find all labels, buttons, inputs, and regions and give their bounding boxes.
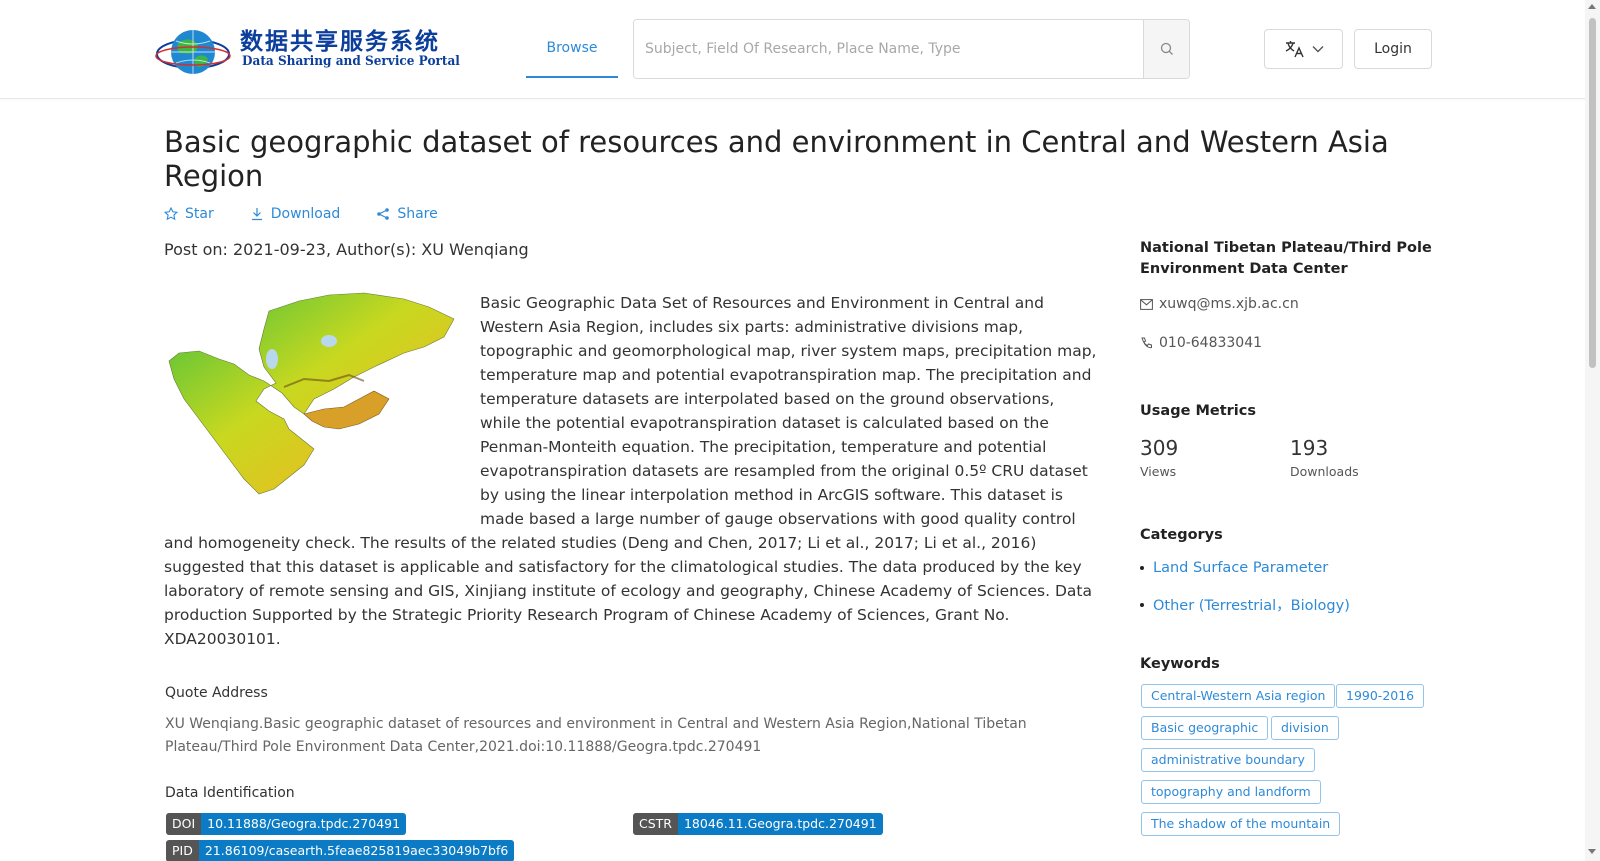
- quote-address-heading: Quote Address: [165, 685, 268, 701]
- keyword-tag[interactable]: division: [1271, 716, 1339, 740]
- logo-title-cn: 数据共享服务系统: [240, 28, 440, 55]
- search-icon: [1160, 42, 1173, 55]
- share-label: Share: [397, 206, 438, 222]
- chevron-down-icon: [1312, 46, 1323, 53]
- search-button[interactable]: [1143, 20, 1189, 78]
- category-item[interactable]: Land Surface Parameter: [1140, 560, 1328, 576]
- badge-key: DOI: [166, 813, 202, 835]
- keyword-tag[interactable]: 1990-2016: [1336, 684, 1425, 708]
- badge-value: 21.86109/casearth.5feae825819aec33049b7b…: [198, 840, 515, 861]
- email-text: xuwq@ms.xjb.ac.cn: [1159, 296, 1299, 312]
- scroll-up-arrow-icon[interactable]: [1588, 4, 1596, 9]
- pid-badge[interactable]: PID 21.86109/casearth.5feae825819aec3304…: [166, 840, 515, 861]
- badge-value: 18046.11.Geogra.tpdc.270491: [677, 813, 883, 835]
- download-icon: [251, 208, 262, 221]
- dataset-abstract: Basic Geographic Data Set of Resources a…: [164, 291, 1099, 651]
- data-center-name: National Tibetan Plateau/Third Pole Envi…: [1140, 240, 1432, 277]
- downloads-label: Downloads: [1290, 464, 1359, 479]
- mail-icon: [1140, 298, 1153, 310]
- scroll-down-arrow-icon[interactable]: [1588, 849, 1596, 854]
- star-icon: [164, 207, 178, 221]
- star-label: Star: [185, 206, 214, 222]
- views-label: Views: [1140, 464, 1177, 479]
- cstr-badge[interactable]: CSTR 18046.11.Geogra.tpdc.270491: [633, 813, 883, 835]
- search-box: [633, 19, 1190, 79]
- keywords-heading: Keywords: [1140, 656, 1220, 672]
- downloads-count: 193: [1290, 436, 1329, 460]
- badge-key: CSTR: [633, 813, 678, 835]
- nav-browse[interactable]: Browse: [526, 0, 618, 78]
- site-logo[interactable]: 数据共享服务系统 Data Sharing and Service Portal: [154, 18, 460, 80]
- badge-key: PID: [166, 840, 199, 861]
- bullet-icon: [1140, 602, 1144, 607]
- translate-icon: [1285, 41, 1304, 58]
- views-count: 309: [1140, 436, 1179, 460]
- abstract-image-spacer: [164, 291, 480, 531]
- phone-text: 010-64833041: [1159, 335, 1263, 351]
- category-label: Land Surface Parameter: [1153, 560, 1329, 576]
- post-meta: Post on: 2021-09-23, Author(s): XU Wenqi…: [164, 240, 529, 259]
- data-identification-heading: Data Identification: [165, 785, 295, 801]
- logo-title-en: Data Sharing and Service Portal: [242, 54, 460, 69]
- keyword-tag[interactable]: The shadow of the mountain: [1141, 812, 1341, 836]
- category-label: Other (Terrestrial，Biology): [1153, 598, 1350, 614]
- globe-logo-icon: [155, 30, 231, 74]
- download-label: Download: [270, 206, 341, 222]
- keyword-tag[interactable]: topography and landform: [1141, 780, 1321, 804]
- share-icon: [377, 208, 390, 220]
- quote-address-text: XU Wenqiang.Basic geographic dataset of …: [165, 716, 1027, 755]
- dataset-actions: Star Download Share: [164, 206, 474, 222]
- contact-phone[interactable]: 010-64833041: [1140, 335, 1440, 351]
- categories-heading: Categorys: [1140, 527, 1223, 543]
- keyword-tag[interactable]: administrative boundary: [1141, 748, 1315, 772]
- badge-value: 10.11888/Geogra.tpdc.270491: [201, 813, 407, 835]
- usage-metrics-heading: Usage Metrics: [1140, 403, 1256, 419]
- bullet-icon: [1140, 566, 1144, 570]
- keyword-tag[interactable]: Central-Western Asia region: [1141, 684, 1336, 708]
- site-header: 数据共享服务系统 Data Sharing and Service Portal…: [0, 0, 1585, 99]
- star-button[interactable]: Star: [164, 206, 214, 222]
- dataset-title: Basic geographic dataset of resources an…: [164, 125, 1389, 193]
- download-button[interactable]: Download: [250, 206, 341, 222]
- page-scrollbar[interactable]: [1585, 0, 1600, 861]
- contact-email[interactable]: xuwq@ms.xjb.ac.cn: [1140, 296, 1440, 312]
- login-button[interactable]: Login: [1354, 29, 1432, 69]
- phone-icon: [1141, 337, 1152, 348]
- scrollbar-thumb[interactable]: [1589, 18, 1596, 368]
- keyword-tag[interactable]: Basic geographic: [1141, 716, 1269, 740]
- doi-badge[interactable]: DOI 10.11888/Geogra.tpdc.270491: [166, 813, 407, 835]
- search-input[interactable]: [634, 20, 1143, 78]
- category-item[interactable]: Other (Terrestrial，Biology): [1140, 594, 1350, 615]
- language-switch-button[interactable]: [1264, 29, 1343, 69]
- share-button[interactable]: Share: [376, 206, 438, 222]
